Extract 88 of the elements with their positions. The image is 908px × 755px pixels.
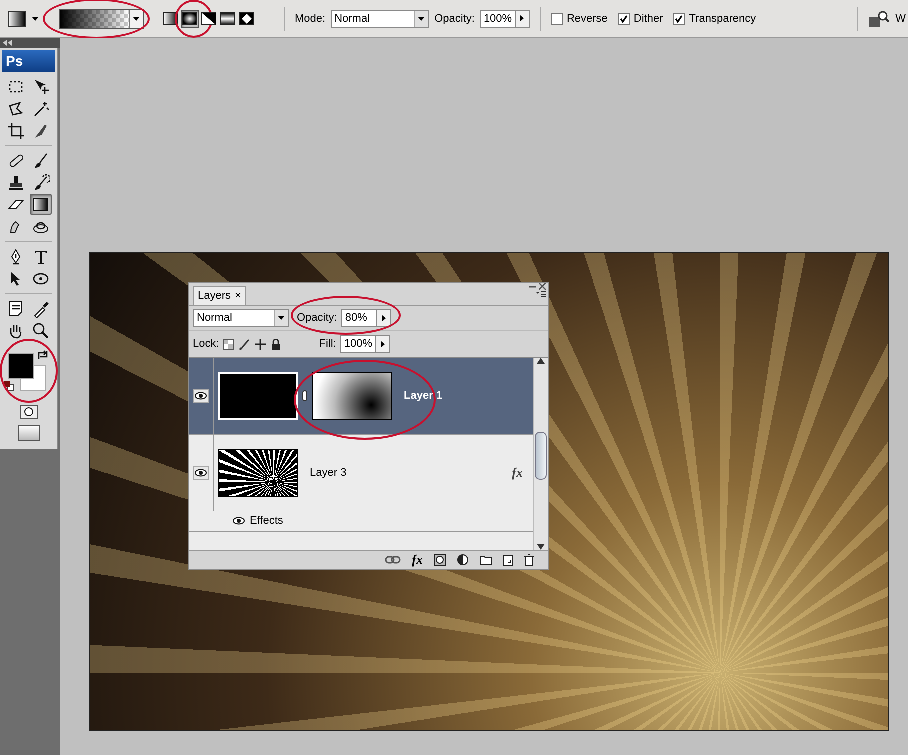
- opacity-field[interactable]: 100%: [480, 10, 516, 28]
- folder-icon[interactable]: [480, 555, 492, 565]
- checkbox[interactable]: [550, 12, 563, 24]
- crop-icon: [7, 122, 25, 140]
- caret-icon: [133, 16, 140, 20]
- collapse-icon[interactable]: [3, 40, 13, 46]
- checkbox[interactable]: [618, 12, 630, 24]
- fill-label: Fill:: [319, 338, 336, 350]
- play-arrow-icon: [382, 314, 386, 322]
- swap-arrows-icon[interactable]: [36, 349, 48, 361]
- fx-button[interactable]: fx: [412, 552, 423, 568]
- layer-name: Layer 1: [404, 390, 443, 402]
- magnifier-icon: [32, 322, 50, 340]
- padlock-icon[interactable]: [271, 338, 282, 350]
- close-icon[interactable]: [539, 283, 546, 290]
- visibility-toggle[interactable]: [193, 466, 209, 480]
- lock-label: Lock:: [193, 338, 220, 350]
- opacity-slider-button[interactable]: [516, 10, 530, 28]
- brush-icon[interactable]: [239, 338, 250, 350]
- checkbox-label: Transparency: [689, 12, 756, 24]
- mode-label: Mode:: [295, 12, 326, 24]
- lasso-icon: [7, 100, 25, 118]
- opacity-field[interactable]: 80%: [341, 309, 378, 327]
- gradient-icon: [32, 196, 50, 214]
- fill-slider-button[interactable]: [376, 335, 390, 353]
- gradient-type-button[interactable]: [162, 10, 180, 28]
- trash-icon[interactable]: [524, 554, 534, 566]
- tab-close[interactable]: ×: [235, 290, 242, 302]
- layers-tab[interactable]: Layers ×: [193, 286, 246, 305]
- caret-icon: [278, 316, 285, 320]
- foreground-color-swatch[interactable]: [8, 353, 34, 379]
- opacity-label: Opacity:: [297, 312, 338, 324]
- visibility-toggle[interactable]: [193, 389, 209, 403]
- half-circle-icon[interactable]: [457, 554, 469, 566]
- opacity-slider-button[interactable]: [377, 309, 392, 327]
- default-colors-icon[interactable]: [4, 381, 14, 391]
- play-arrow-icon: [380, 340, 385, 348]
- gradient-type-button[interactable]: [181, 10, 199, 28]
- move-arrows-icon[interactable]: [255, 338, 266, 350]
- scroll-thumb[interactable]: [535, 432, 547, 480]
- chain-link-icon[interactable]: [302, 390, 308, 402]
- fill-field[interactable]: 100%: [340, 335, 376, 353]
- cut-off-text: W: [896, 12, 906, 24]
- screen-mode-button[interactable]: [18, 425, 40, 441]
- mode-value: Normal: [334, 12, 370, 24]
- tab-label: Layers: [198, 290, 232, 302]
- mask-icon[interactable]: [434, 554, 446, 566]
- checkbox[interactable]: [673, 12, 686, 24]
- checkerboard-icon[interactable]: [223, 338, 234, 350]
- circle-icon: [22, 407, 34, 417]
- stamp-icon: [7, 174, 25, 192]
- checkbox-label: Dither: [634, 12, 664, 24]
- wand-icon: [32, 100, 50, 118]
- brush-icon: [32, 152, 50, 170]
- caret-icon: [418, 16, 425, 20]
- caret-icon: [32, 16, 39, 20]
- layer-name: Layer 3: [310, 467, 347, 479]
- gradient-tool-icon[interactable]: [8, 10, 26, 26]
- menu-icon[interactable]: [536, 291, 546, 298]
- eyedropper-icon: [32, 300, 50, 318]
- blend-mode-dropdown[interactable]: Normal: [193, 309, 289, 327]
- new-page-icon[interactable]: [503, 554, 513, 566]
- note-icon: [7, 300, 25, 318]
- play-arrow-icon: [520, 15, 524, 22]
- tool-button[interactable]: [5, 120, 27, 141]
- effects-label: fx: [512, 465, 523, 481]
- scroll-up-icon[interactable]: [537, 358, 545, 364]
- tool-button[interactable]: [30, 194, 52, 215]
- quick-mask-button[interactable]: [20, 405, 38, 419]
- app-logo: Ps: [2, 50, 55, 72]
- checkbox-label: Reverse: [566, 12, 608, 24]
- blend-mode-value: Normal: [197, 312, 232, 324]
- scrollbar[interactable]: [533, 358, 548, 550]
- history-brush-icon: [32, 174, 50, 192]
- mask-thumbnail[interactable]: [312, 372, 392, 420]
- gradient-type-button[interactable]: [219, 10, 237, 28]
- background-color-swatch[interactable]: [20, 365, 46, 391]
- gradient-picker[interactable]: [59, 8, 144, 28]
- opacity-label: Opacity:: [434, 12, 475, 24]
- effects-label: Effects: [250, 515, 284, 527]
- mode-dropdown[interactable]: Normal: [330, 10, 429, 28]
- gradient-type-button[interactable]: [238, 10, 256, 28]
- layer-row[interactable]: Layer 3 fx Effects: [189, 435, 533, 532]
- scroll-down-icon[interactable]: [537, 544, 545, 550]
- gradient-type-button[interactable]: [200, 10, 218, 28]
- eye-icon[interactable]: [233, 517, 245, 525]
- bridge-search-icon[interactable]: [868, 10, 890, 28]
- move-icon: [32, 78, 50, 96]
